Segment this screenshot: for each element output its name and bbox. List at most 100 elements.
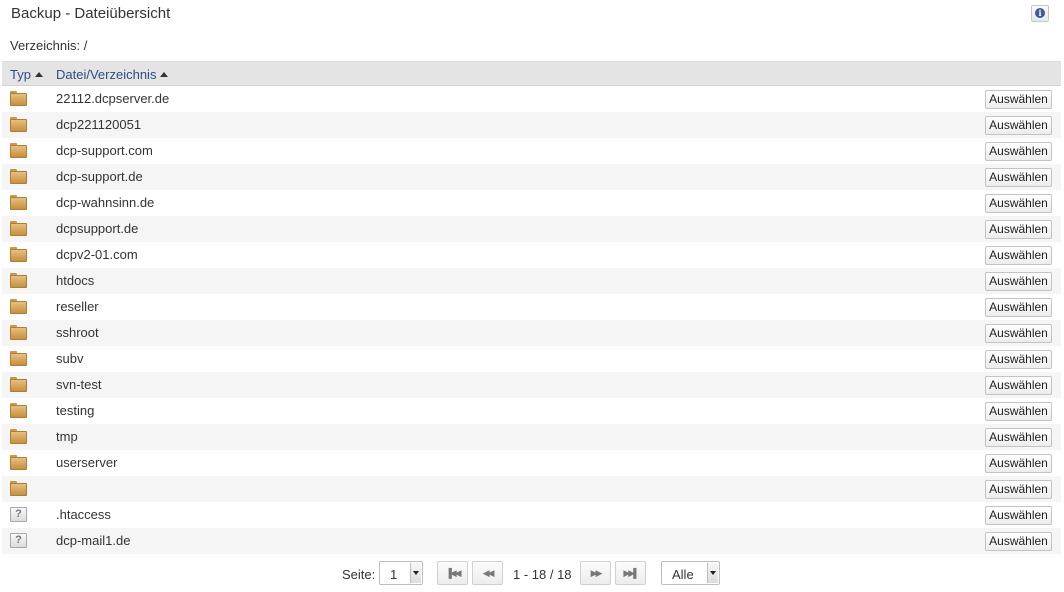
select-button[interactable]: Auswählen <box>985 298 1052 317</box>
page-label: Seite: <box>342 567 376 582</box>
sort-ascending-icon <box>34 72 43 77</box>
folder-icon <box>10 91 27 106</box>
file-name: 22112.dcpserver.de <box>56 91 170 106</box>
folder-icon <box>10 455 27 470</box>
page-size-value: Alle <box>672 567 694 582</box>
column-header-type[interactable]: Typ <box>10 67 43 82</box>
file-name: dcp-support.de <box>56 169 143 184</box>
select-button[interactable]: Auswählen <box>985 480 1052 499</box>
select-button[interactable]: Auswählen <box>985 402 1052 421</box>
chevron-down-icon <box>707 563 718 583</box>
info-icon: i <box>1035 8 1045 18</box>
file-name: .htaccess <box>56 507 111 522</box>
table-row: dcp-wahnsinn.de Auswählen <box>2 190 1061 216</box>
prev-page-icon: ◀◀ <box>482 568 495 578</box>
table-row: ? .htaccess Auswählen <box>2 502 1061 528</box>
select-button[interactable]: Auswählen <box>985 116 1052 135</box>
select-button[interactable]: Auswählen <box>985 142 1052 161</box>
first-page-button[interactable]: ▐◀◀ <box>437 561 468 585</box>
select-button[interactable]: Auswählen <box>985 350 1052 369</box>
column-header-type-label: Typ <box>10 67 31 82</box>
page-size-select[interactable]: Alle <box>661 561 720 585</box>
folder-icon <box>10 351 27 366</box>
directory-path: Verzeichnis: / <box>10 38 88 53</box>
table-row: testing Auswählen <box>2 398 1061 424</box>
table-row: dcpsupport.de Auswählen <box>2 216 1061 242</box>
pagination-bar: Seite: 1 ▐◀◀ ◀◀ 1 - 18 / 18 ▶▶ ▶▶▌ Alle <box>0 559 1064 589</box>
file-name: dcpsupport.de <box>56 221 139 236</box>
file-name: dcp221120051 <box>56 117 142 132</box>
table-row: subv Auswählen <box>2 346 1061 372</box>
select-button[interactable]: Auswählen <box>985 272 1052 291</box>
folder-icon <box>10 143 27 158</box>
page-select[interactable]: 1 <box>379 561 423 585</box>
page-title: Backup - Dateiübersicht <box>11 5 171 22</box>
prev-page-button[interactable]: ◀◀ <box>472 561 503 585</box>
header: Backup - Dateiübersicht i <box>0 0 1064 28</box>
folder-icon <box>10 117 27 132</box>
table-row: tmp Auswählen <box>2 424 1061 450</box>
sort-ascending-icon <box>160 72 169 77</box>
table-row: Auswählen <box>2 476 1061 502</box>
page-info: 1 - 18 / 18 <box>513 567 572 582</box>
file-name: dcp-wahnsinn.de <box>56 195 155 210</box>
table-row: sshroot Auswählen <box>2 320 1061 346</box>
table-body: 22112.dcpserver.de Auswählen dcp221120051 A… <box>2 86 1061 554</box>
first-page-icon: ▐◀◀ <box>445 568 461 578</box>
table-row: htdocs Auswählen <box>2 268 1061 294</box>
select-button[interactable]: Auswählen <box>985 376 1052 395</box>
last-page-button[interactable]: ▶▶▌ <box>615 561 646 585</box>
column-header-name[interactable]: Datei/Verzeichnis <box>56 67 169 82</box>
folder-icon <box>10 273 27 288</box>
unknown-file-icon: ? <box>10 533 27 548</box>
select-button[interactable]: Auswählen <box>985 454 1052 473</box>
file-name: tmp <box>56 429 78 444</box>
table-row: dcp221120051 Auswählen <box>2 112 1061 138</box>
select-button[interactable]: Auswählen <box>985 168 1052 187</box>
folder-icon <box>10 481 27 496</box>
select-button[interactable]: Auswählen <box>985 428 1052 447</box>
table-row: dcp-support.com Auswählen <box>2 138 1061 164</box>
file-name: svn-test <box>56 377 102 392</box>
file-name: htdocs <box>56 273 95 288</box>
next-page-icon: ▶▶ <box>590 568 603 578</box>
column-header-name-label: Datei/Verzeichnis <box>56 67 157 82</box>
select-button[interactable]: Auswählen <box>985 506 1052 525</box>
table-header: Typ Datei/Verzeichnis <box>2 61 1061 86</box>
table-row: reseller Auswählen <box>2 294 1061 320</box>
folder-icon <box>10 299 27 314</box>
chevron-down-icon <box>410 563 421 583</box>
table-row: dcpv2-01.com Auswählen <box>2 242 1061 268</box>
folder-icon <box>10 221 27 236</box>
folder-icon <box>10 247 27 262</box>
file-name: dcp-support.com <box>56 143 153 158</box>
select-button[interactable]: Auswählen <box>985 246 1052 265</box>
unknown-file-icon: ? <box>10 507 27 522</box>
folder-icon <box>10 169 27 184</box>
table-row: svn-test Auswählen <box>2 372 1061 398</box>
folder-icon <box>10 195 27 210</box>
table-row: ? dcp-mail1.de Auswählen <box>2 528 1061 554</box>
info-button[interactable]: i <box>1031 5 1049 22</box>
file-name: dcpv2-01.com <box>56 247 138 262</box>
file-name: sshroot <box>56 325 99 340</box>
file-table: Typ Datei/Verzeichnis 22112.dcpserver.de… <box>2 61 1061 554</box>
select-button[interactable]: Auswählen <box>985 90 1052 109</box>
file-name: userserver <box>56 455 118 470</box>
table-row: dcp-support.de Auswählen <box>2 164 1061 190</box>
folder-icon <box>10 429 27 444</box>
select-button[interactable]: Auswählen <box>985 532 1052 551</box>
file-name: reseller <box>56 299 99 314</box>
file-name: testing <box>56 403 95 418</box>
next-page-button[interactable]: ▶▶ <box>580 561 611 585</box>
folder-icon <box>10 325 27 340</box>
file-name: dcp-mail1.de <box>56 533 131 548</box>
table-row: 22112.dcpserver.de Auswählen <box>2 86 1061 112</box>
select-button[interactable]: Auswählen <box>985 220 1052 239</box>
file-name: subv <box>56 351 84 366</box>
folder-icon <box>10 377 27 392</box>
page-select-value: 1 <box>390 567 398 582</box>
table-row: userserver Auswählen <box>2 450 1061 476</box>
select-button[interactable]: Auswählen <box>985 324 1052 343</box>
select-button[interactable]: Auswählen <box>985 194 1052 213</box>
